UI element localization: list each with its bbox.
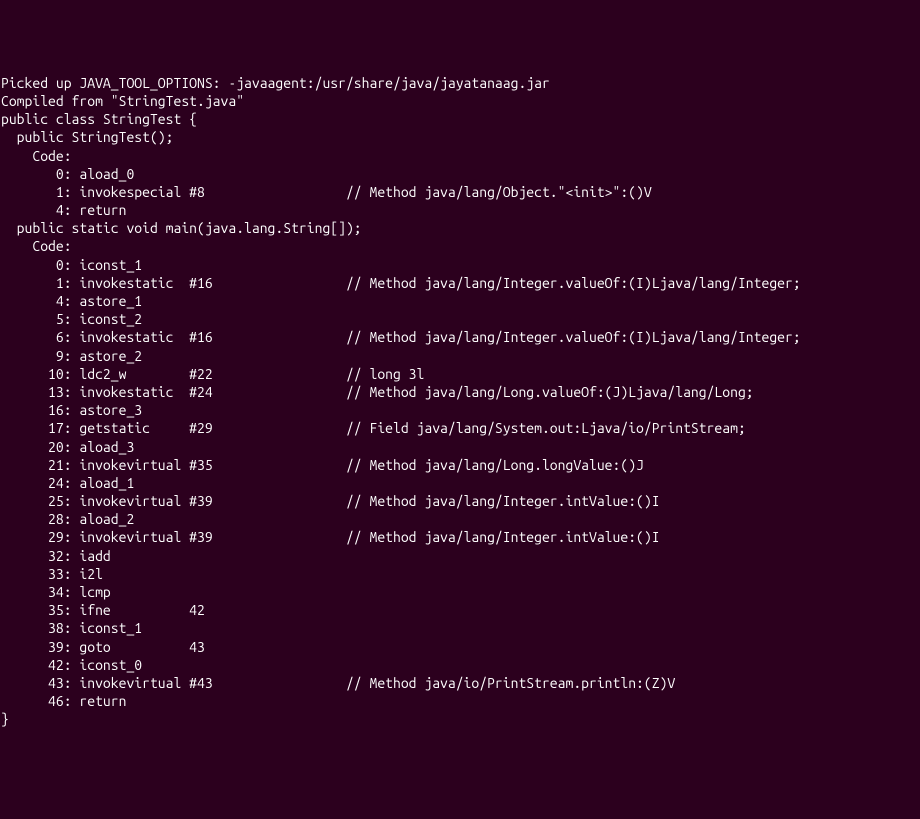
terminal-line: 9: astore_2 (1, 347, 919, 365)
terminal-line: 28: aload_2 (1, 510, 919, 528)
terminal-line: 5: iconst_2 (1, 310, 919, 328)
terminal-line: 46: return (1, 692, 919, 710)
terminal-line: Code: (1, 237, 919, 255)
terminal-line: 0: iconst_1 (1, 256, 919, 274)
terminal-line: 34: lcmp (1, 583, 919, 601)
terminal-line: public StringTest(); (1, 128, 919, 146)
terminal-line: 29: invokevirtual #39 // Method java/lan… (1, 528, 919, 546)
terminal-line: 16: astore_3 (1, 401, 919, 419)
terminal-output[interactable]: Picked up JAVA_TOOL_OPTIONS: -javaagent:… (1, 74, 919, 729)
terminal-line: 4: return (1, 201, 919, 219)
terminal-line: 0: aload_0 (1, 165, 919, 183)
terminal-line: public static void main(java.lang.String… (1, 219, 919, 237)
terminal-line: 35: ifne 42 (1, 601, 919, 619)
terminal-line: 17: getstatic #29 // Field java/lang/Sys… (1, 419, 919, 437)
terminal-line: 21: invokevirtual #35 // Method java/lan… (1, 456, 919, 474)
terminal-line: 24: aload_1 (1, 474, 919, 492)
terminal-line: 1: invokespecial #8 // Method java/lang/… (1, 183, 919, 201)
terminal-line: 42: iconst_0 (1, 656, 919, 674)
terminal-line: 10: ldc2_w #22 // long 3l (1, 365, 919, 383)
terminal-line: 6: invokestatic #16 // Method java/lang/… (1, 328, 919, 346)
terminal-line: Compiled from "StringTest.java" (1, 92, 919, 110)
terminal-line: Code: (1, 147, 919, 165)
terminal-line: 32: iadd (1, 547, 919, 565)
terminal-line: 1: invokestatic #16 // Method java/lang/… (1, 274, 919, 292)
terminal-line: 20: aload_3 (1, 438, 919, 456)
terminal-line: public class StringTest { (1, 110, 919, 128)
terminal-line: 25: invokevirtual #39 // Method java/lan… (1, 492, 919, 510)
terminal-line: 13: invokestatic #24 // Method java/lang… (1, 383, 919, 401)
terminal-line: } (1, 710, 919, 728)
terminal-line: Picked up JAVA_TOOL_OPTIONS: -javaagent:… (1, 74, 919, 92)
terminal-line: 33: i2l (1, 565, 919, 583)
terminal-line: 43: invokevirtual #43 // Method java/io/… (1, 674, 919, 692)
terminal-line: 39: goto 43 (1, 638, 919, 656)
terminal-line: 4: astore_1 (1, 292, 919, 310)
terminal-line: 38: iconst_1 (1, 619, 919, 637)
